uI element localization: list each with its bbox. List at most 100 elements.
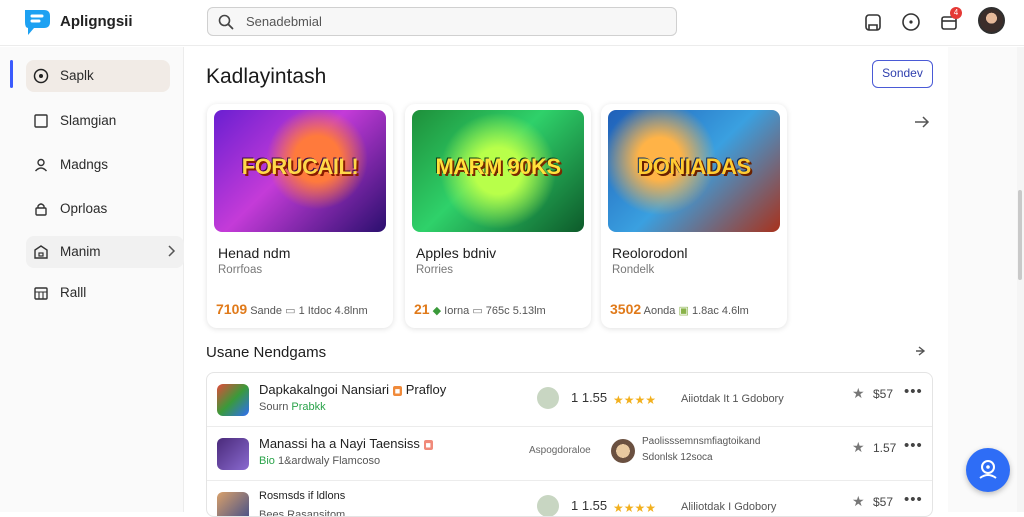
item-sub-a: Sourn <box>259 401 289 413</box>
sidebar-item-manim[interactable]: Manim <box>26 236 184 268</box>
lock-icon <box>35 203 47 216</box>
item-subtitle: Bio 1&ardwaly Flamcoso <box>259 455 380 467</box>
main-content: Kadlayintash Sondev FORUCAIL! Henad ndm … <box>185 47 947 517</box>
sidebar: Saplk Slamgian Madngs Oprloas Manim Rall… <box>0 47 184 512</box>
header-action-button[interactable]: Sondev <box>872 60 933 88</box>
item-subtitle: Bees Rasansitom <box>259 509 346 517</box>
item-extra-title: Paolisssemnsmfiagtoikand <box>642 436 761 447</box>
card-count: 3502 <box>610 301 642 317</box>
section-title: Usane Nendgams <box>206 344 327 361</box>
game-card[interactable]: MARM 90KS Apples bdniv Rorries 21 ◆ Iorn… <box>405 104 591 328</box>
card-stat-label: Iorna <box>444 305 470 317</box>
item-title: Manassi ha a Nayi Taensiss ■ <box>259 436 433 451</box>
colorful-icon: ◆ <box>432 305 442 317</box>
chevron-right-icon <box>168 245 176 257</box>
sidebar-item-label: Saplk <box>60 68 94 83</box>
bag-icon <box>34 245 48 259</box>
card-stat-label: Sande <box>250 305 283 317</box>
reviewer-avatar <box>611 439 635 463</box>
top-bar: Apligngsii Senadebmial 4 <box>0 0 1024 46</box>
sidebar-item-label: Manim <box>60 244 101 259</box>
item-price: $57 <box>873 495 894 509</box>
image-icon: ▣ <box>678 305 689 317</box>
square-icon <box>34 114 48 128</box>
item-tag: Prafloy <box>405 382 447 397</box>
item-title: Rosmsds if ldlons <box>259 490 345 502</box>
item-subtitle: Sourn Prabkk <box>259 401 326 413</box>
sidebar-item-label: Slamgian <box>60 113 117 128</box>
card-count: 21 <box>414 301 430 317</box>
tag-icon: ■ <box>392 386 403 396</box>
favorite-star-icon[interactable]: ★ <box>852 385 865 402</box>
item-title-text: Rosmsds if ldlons <box>259 490 346 502</box>
game-mini-icon <box>537 495 559 516</box>
more-options-icon[interactable]: ••• <box>904 383 923 400</box>
card-subtitle: Rorries <box>416 264 454 276</box>
rating-stars: ★★★★ <box>613 501 657 515</box>
card-subtitle: Rondelk <box>612 264 655 276</box>
sidebar-item-slamgian[interactable]: Slamgian <box>26 105 170 137</box>
item-title-text: Manassi ha a Nayi Taensiss <box>259 436 420 451</box>
right-gutter <box>948 47 1017 512</box>
favorite-star-icon[interactable]: ★ <box>852 439 865 456</box>
comment-icon: ▭ <box>285 305 296 317</box>
game-list: Dapkakalngoi Nansiari ■ Prafloy Sourn Pr… <box>206 372 933 517</box>
floating-action-button[interactable] <box>966 448 1010 492</box>
card-subtitle: Rorrfoas <box>218 264 263 276</box>
calendar-icon <box>34 287 48 300</box>
card-title: Henad ndm <box>218 245 291 261</box>
arrow-right-icon[interactable] <box>914 115 930 129</box>
scrollbar-thumb[interactable] <box>1018 190 1022 280</box>
game-card[interactable]: FORUCAIL! Henad ndm Rorrfoas 7109 Sande … <box>207 104 393 328</box>
game-thumbnail <box>217 384 249 416</box>
sidebar-item-oprloas[interactable]: Oprloas <box>26 193 170 225</box>
clock-icon[interactable] <box>900 11 922 33</box>
chevron-right-icon[interactable] <box>915 345 929 357</box>
game-mini-icon <box>537 387 559 409</box>
item-title-text: Dapkakalngoi Nansiari <box>259 382 390 397</box>
favorite-star-icon[interactable]: ★ <box>852 493 865 510</box>
item-title: Dapkakalngoi Nansiari ■ Prafloy <box>259 382 446 397</box>
item-sub-b: 1&ardwaly Flamcoso <box>277 455 381 467</box>
assistant-icon <box>979 460 997 479</box>
card-stat-detail: 1 Itdoc 4.8lnm <box>298 305 368 317</box>
game-art-title: MARM 90KS <box>435 154 561 179</box>
sidebar-item-saplk[interactable]: Saplk <box>26 60 170 92</box>
list-item[interactable]: Manassi ha a Nayi Taensiss ■ Bio 1&ardwa… <box>207 427 932 481</box>
search-icon <box>218 14 234 30</box>
item-rating-count: 1 1.55 <box>571 390 608 405</box>
item-price: 1.57 <box>873 441 897 455</box>
item-sub-b: Prabkk <box>291 401 326 413</box>
item-sub-b: Rasansitom <box>287 509 346 517</box>
game-thumbnail <box>217 438 249 470</box>
card-stats: 3502 Aonda ▣ 1.8ac 4.6lm <box>610 301 749 317</box>
card-stat-detail: 765c 5.13lm <box>485 305 546 317</box>
game-art: FORUCAIL! <box>214 110 386 232</box>
item-price: $57 <box>873 387 894 401</box>
sidebar-item-madngs[interactable]: Madngs <box>26 149 170 181</box>
search-bar[interactable]: Senadebmial <box>207 7 677 36</box>
sidebar-item-ralll[interactable]: Ralll <box>26 277 170 309</box>
list-item[interactable]: Dapkakalngoi Nansiari ■ Prafloy Sourn Pr… <box>207 373 932 427</box>
card-count: 7109 <box>216 301 248 317</box>
notification-badge: 4 <box>950 7 962 19</box>
more-options-icon[interactable]: ••• <box>904 437 923 454</box>
item-sub-a: Bio <box>259 455 275 467</box>
user-avatar[interactable] <box>978 7 1005 34</box>
item-meta: Aiiotdak It 1 Gdobory <box>681 393 784 405</box>
more-options-icon[interactable]: ••• <box>904 491 923 508</box>
sidebar-item-label: Oprloas <box>60 201 108 216</box>
game-art: DONIADAS <box>608 110 780 232</box>
card-stats: 21 ◆ Iorna ▭ 765c 5.13lm <box>414 301 546 317</box>
app-logo-icon[interactable] <box>22 8 52 36</box>
search-input[interactable]: Senadebmial <box>246 14 322 29</box>
card-stats: 7109 Sande ▭ 1 Itdoc 4.8lnm <box>216 301 368 317</box>
sidebar-item-label: Ralll <box>60 285 87 300</box>
game-card[interactable]: DONIADAS Reolorodonl Rondelk 3502 Aonda … <box>601 104 787 328</box>
game-art-title: FORUCAIL! <box>241 154 359 179</box>
game-thumbnail <box>217 492 249 516</box>
bookmark-icon[interactable] <box>862 11 884 33</box>
app-title: Apligngsii <box>60 13 133 30</box>
tag-icon: ■ <box>423 440 433 450</box>
item-rating-count: 1 1.55 <box>571 498 608 513</box>
